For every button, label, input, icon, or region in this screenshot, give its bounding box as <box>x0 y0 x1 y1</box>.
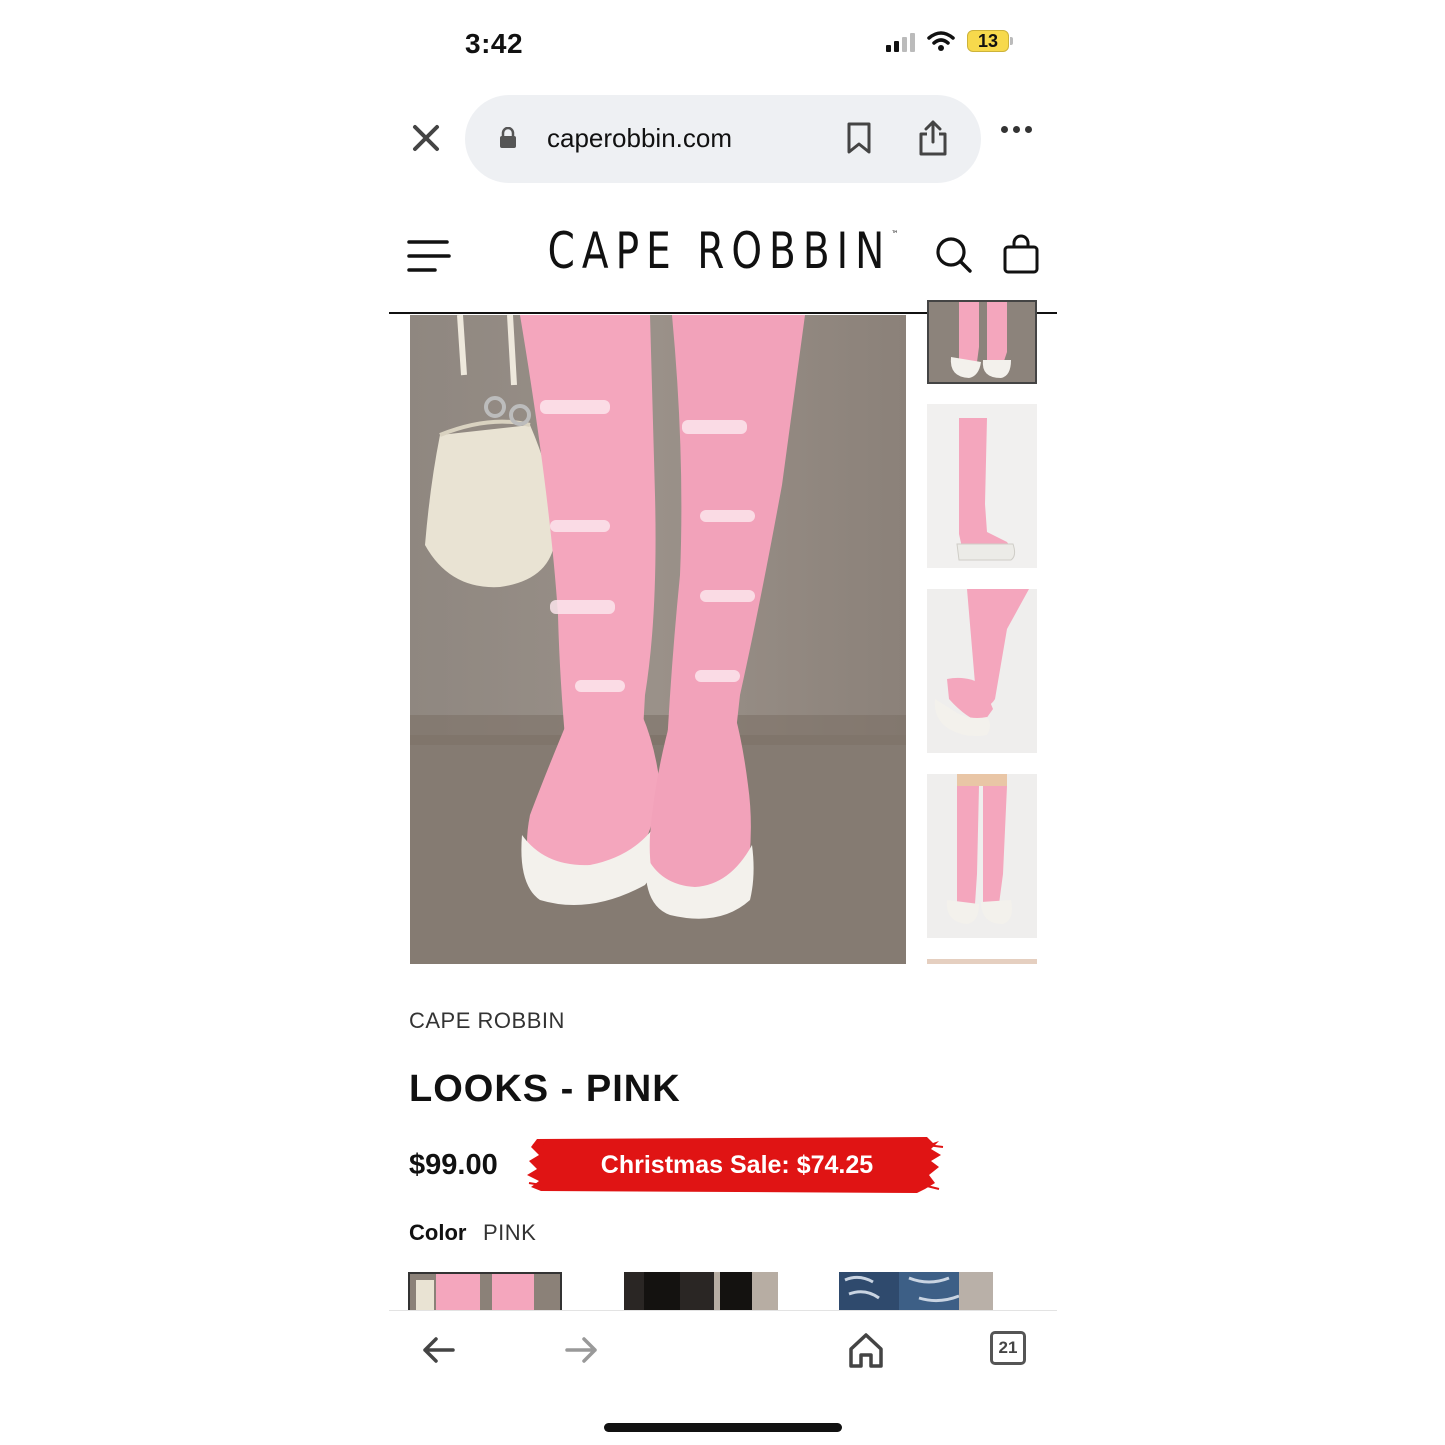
back-icon[interactable] <box>421 1335 455 1365</box>
url-text: caperobbin.com <box>547 123 732 153</box>
thumbnail-5[interactable] <box>927 959 1037 964</box>
thumbnail-2[interactable] <box>927 404 1037 568</box>
status-icons: 13 <box>886 30 1013 52</box>
share-icon[interactable] <box>917 119 949 157</box>
menu-icon[interactable] <box>407 238 451 274</box>
thumbnail-4[interactable] <box>927 774 1037 938</box>
bag-icon[interactable] <box>1003 234 1039 274</box>
swatch-black[interactable] <box>624 1272 778 1312</box>
battery-icon: 13 <box>967 30 1013 52</box>
product-price: $99.00 <box>409 1149 498 1181</box>
sale-banner: Christmas Sale: $74.25 <box>527 1137 947 1193</box>
brand-logo[interactable]: CAPE ROBBIN™ <box>462 222 983 280</box>
signal-icon <box>886 30 915 52</box>
home-indicator[interactable] <box>604 1423 842 1432</box>
lock-icon <box>500 127 516 148</box>
search-icon[interactable] <box>935 236 973 274</box>
thumbnail-1[interactable] <box>927 300 1037 384</box>
battery-level: 13 <box>967 30 1009 52</box>
trademark: ™ <box>891 230 899 240</box>
browser-toolbar: 21 <box>389 1310 1057 1445</box>
home-icon[interactable] <box>847 1331 885 1369</box>
swatch-denim[interactable] <box>839 1272 993 1312</box>
close-icon[interactable] <box>411 122 441 154</box>
tabs-icon[interactable]: 21 <box>990 1331 1026 1365</box>
color-label: Color <box>409 1220 467 1245</box>
product-vendor[interactable]: CAPE ROBBIN <box>409 1008 565 1034</box>
more-icon[interactable] <box>1001 126 1032 133</box>
thumbnail-3[interactable] <box>927 589 1037 753</box>
sale-text: Christmas Sale: $74.25 <box>600 1151 874 1179</box>
product-title: LOOKS - PINK <box>409 1068 681 1110</box>
wifi-icon <box>927 31 955 51</box>
address-bar[interactable]: caperobbin.com <box>465 95 981 183</box>
color-value: PINK <box>483 1220 537 1245</box>
swatch-pink[interactable] <box>408 1272 562 1312</box>
status-time: 3:42 <box>465 28 524 59</box>
phone-screen: 3:42 13 caperobbin.com CAPE ROBBIN™ CAPE… <box>389 0 1057 1445</box>
forward-icon[interactable] <box>565 1335 599 1365</box>
bookmark-icon[interactable] <box>845 121 873 155</box>
brand-logo-text: CAPE ROBBIN <box>547 222 892 280</box>
main-product-image[interactable] <box>410 315 906 964</box>
